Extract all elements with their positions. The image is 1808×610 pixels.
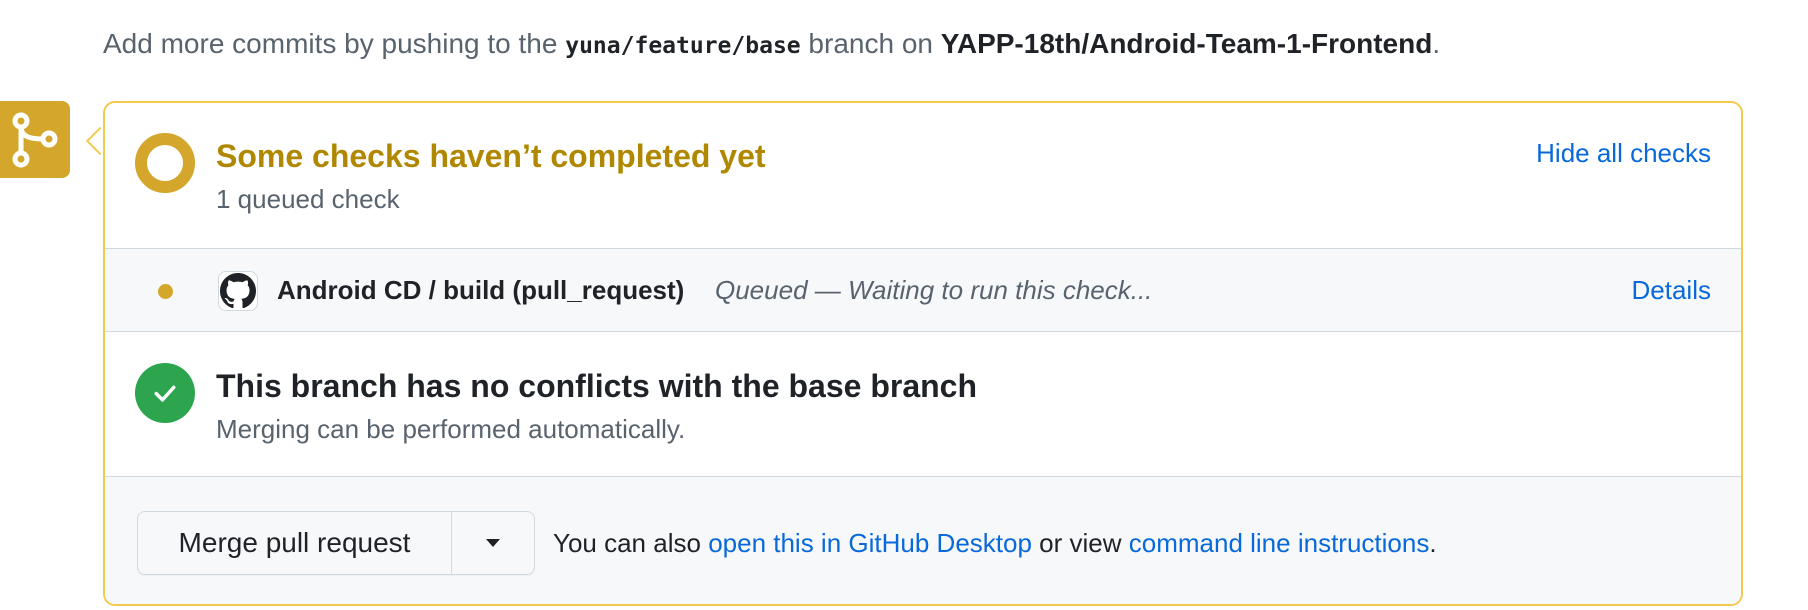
triangle-down-icon [486, 539, 500, 547]
check-row: Android CD / build (pull_request) Queued… [105, 248, 1741, 332]
merge-section: Merge pull request You can also open thi… [105, 477, 1741, 604]
merge-pull-request-button[interactable]: Merge pull request [138, 512, 452, 574]
checks-summary: Some checks haven’t completed yet 1 queu… [105, 103, 1741, 248]
merge-alt-middle: or view [1039, 528, 1122, 558]
git-branch-icon [0, 101, 70, 178]
merge-method-dropdown-button[interactable] [452, 512, 534, 574]
merge-button-group: Merge pull request [137, 511, 535, 575]
checks-title: Some checks haven’t completed yet [216, 138, 766, 174]
check-icon [135, 363, 195, 423]
check-status-text: Queued — Waiting to run this check... [715, 275, 1153, 305]
pending-ring-icon [135, 133, 195, 193]
conflicts-subtitle: Merging can be performed automatically. [216, 414, 686, 444]
push-hint-suffix: . [1432, 28, 1441, 59]
github-icon [218, 271, 258, 311]
merge-status-box: Some checks haven’t completed yet 1 queu… [103, 101, 1743, 606]
check-details-link[interactable]: Details [1632, 275, 1711, 306]
check-name: Android CD / build (pull_request) [277, 275, 685, 305]
checks-subtitle: 1 queued check [216, 184, 400, 214]
hide-all-checks-link[interactable]: Hide all checks [1536, 138, 1711, 169]
push-hint-middle: branch on [808, 28, 933, 59]
merge-alt-prefix: You can also [553, 528, 701, 558]
push-hint-prefix: Add more commits by pushing to the [103, 28, 558, 59]
head-branch-name: yuna/feature/base [565, 33, 801, 59]
queued-dot-icon [158, 284, 173, 299]
command-line-instructions-link[interactable]: command line instructions [1129, 528, 1430, 558]
push-hint: Add more commits by pushing to the yuna/… [103, 28, 1440, 60]
conflicts-section: This branch has no conflicts with the ba… [105, 332, 1741, 477]
merge-alt-suffix: . [1429, 528, 1437, 558]
open-in-desktop-link[interactable]: open this in GitHub Desktop [708, 528, 1032, 558]
conflicts-title: This branch has no conflicts with the ba… [216, 368, 978, 404]
repository-name: YAPP-18th/Android-Team-1-Frontend [940, 28, 1433, 59]
merge-alternatives-text: You can also open this in GitHub Desktop… [553, 528, 1437, 559]
